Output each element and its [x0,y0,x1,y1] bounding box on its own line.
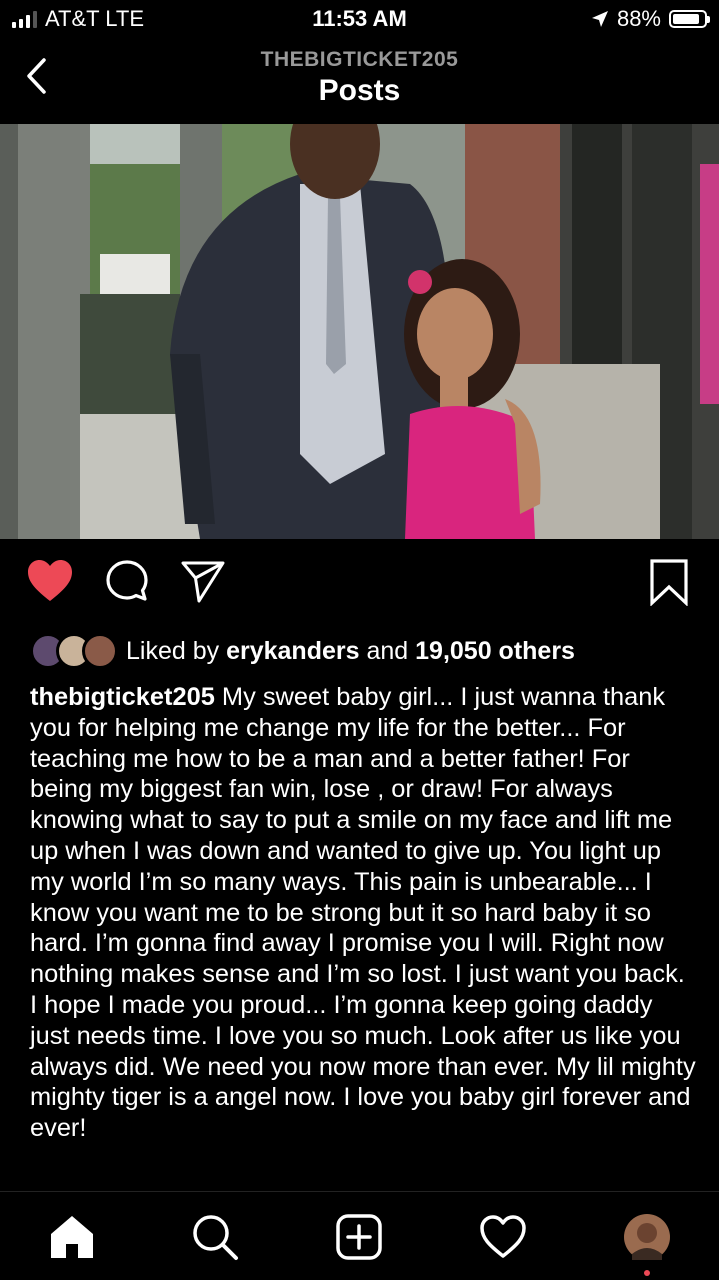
battery-icon [669,10,710,28]
caption-text: My sweet baby girl... I just wanna thank… [30,683,696,1143]
comment-icon [106,560,148,601]
comment-button[interactable] [104,558,150,609]
likes-count[interactable]: 19,050 others [415,637,575,665]
likes-prefix: Liked by [126,636,220,665]
header-username: THEBIGTICKET205 [260,48,459,71]
profile-avatar-icon [624,1214,670,1260]
save-button[interactable] [648,558,690,611]
tab-activity[interactable] [478,1212,528,1262]
share-icon [181,561,225,603]
home-icon [51,1216,93,1258]
like-button[interactable] [26,558,74,609]
tab-new-post[interactable] [334,1212,384,1262]
liker-username[interactable]: erykanders [226,637,359,665]
add-icon [336,1214,382,1260]
likes-row[interactable]: Liked by erykanders and 19,050 others [30,632,575,670]
post-caption: thebigticket205 My sweet baby girl... I … [30,682,698,1144]
search-icon [193,1215,238,1260]
heart-outline-icon [480,1215,526,1258]
location-arrow-icon [591,11,608,27]
post-photo[interactable] [0,124,719,539]
status-bar: AT&T LTE 11:53 AM 88% [0,0,719,40]
tab-profile[interactable] [622,1212,672,1276]
page-title: Posts [318,74,401,107]
post-actions [0,558,719,618]
nav-header: THEBIGTICKET205 Posts [0,40,719,124]
status-right: 88% [591,6,710,32]
tab-search[interactable] [190,1212,240,1262]
bookmark-icon [650,559,688,607]
likes-text: Liked by erykanders and 19,050 others [126,637,575,666]
tab-bar [0,1191,719,1280]
caption-username[interactable]: thebigticket205 [30,683,215,711]
likes-middle: and [366,636,409,665]
avatar [82,633,118,669]
battery-percent: 88% [616,6,661,31]
photo-illustration [0,124,719,539]
liker-avatars [30,633,118,669]
tab-home[interactable] [47,1212,97,1262]
notification-dot [644,1270,650,1276]
share-button[interactable] [180,558,226,609]
heart-filled-icon [28,560,72,601]
